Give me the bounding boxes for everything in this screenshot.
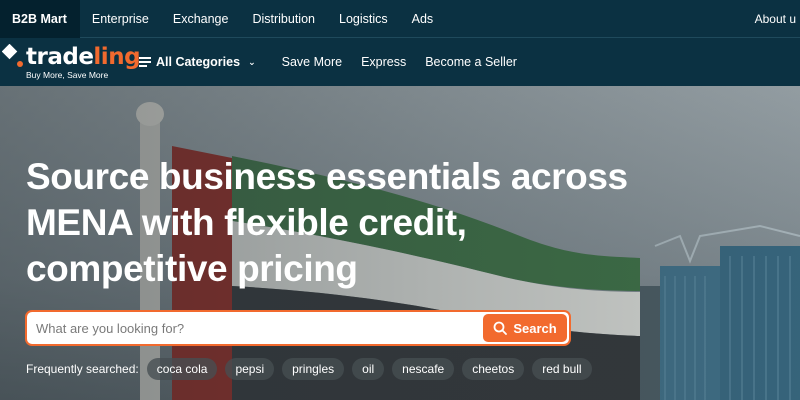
- search-bar: Search: [25, 310, 571, 346]
- search-button-label: Search: [513, 320, 557, 336]
- search-chip-cheetos[interactable]: cheetos: [462, 358, 525, 380]
- logo-diamond-icon: [2, 44, 23, 67]
- chevron-down-icon: ⌄: [248, 56, 256, 67]
- nav-express[interactable]: Express: [361, 55, 406, 69]
- about-us-link[interactable]: About u: [755, 0, 800, 38]
- search-button[interactable]: Search: [483, 314, 567, 342]
- tab-b2b-mart[interactable]: B2B Mart: [0, 0, 80, 38]
- search-chip-coca-cola[interactable]: coca cola: [146, 358, 218, 380]
- nav-become-seller[interactable]: Become a Seller: [425, 55, 517, 69]
- logo-tagline: Buy More, Save More: [26, 70, 109, 80]
- search-chip-red-bull[interactable]: red bull: [532, 358, 592, 380]
- tab-distribution[interactable]: Distribution: [240, 0, 327, 38]
- search-chip-nescafe[interactable]: nescafe: [392, 358, 455, 380]
- hero-banner: Source business essentials across MENA w…: [0, 86, 800, 400]
- search-chip-pringles[interactable]: pringles: [282, 358, 345, 380]
- top-bar: B2B Mart Enterprise Exchange Distributio…: [0, 0, 800, 38]
- hero-headline: Source business essentials across MENA w…: [26, 156, 628, 289]
- tab-exchange[interactable]: Exchange: [161, 0, 241, 38]
- tab-logistics[interactable]: Logistics: [327, 0, 400, 38]
- nav-save-more[interactable]: Save More: [282, 55, 342, 69]
- search-chip-oil[interactable]: oil: [352, 358, 385, 380]
- frequently-searched-label: Frequently searched:: [26, 362, 139, 376]
- search-chip-pepsi[interactable]: pepsi: [225, 358, 275, 380]
- search-icon: [493, 321, 508, 335]
- tab-enterprise[interactable]: Enterprise: [80, 0, 161, 38]
- frequently-searched: Frequently searched: coca cola pepsi pri…: [26, 358, 600, 380]
- main-nav: tradeling Buy More, Save More All Catego…: [0, 38, 800, 86]
- all-categories-menu[interactable]: All Categories ⌄: [139, 55, 256, 69]
- all-categories-label: All Categories: [156, 55, 241, 69]
- logo-wordmark: tradeling: [26, 44, 141, 70]
- tradeling-logo[interactable]: tradeling Buy More, Save More: [2, 42, 141, 82]
- tab-ads[interactable]: Ads: [400, 0, 446, 38]
- menu-icon: [139, 55, 151, 69]
